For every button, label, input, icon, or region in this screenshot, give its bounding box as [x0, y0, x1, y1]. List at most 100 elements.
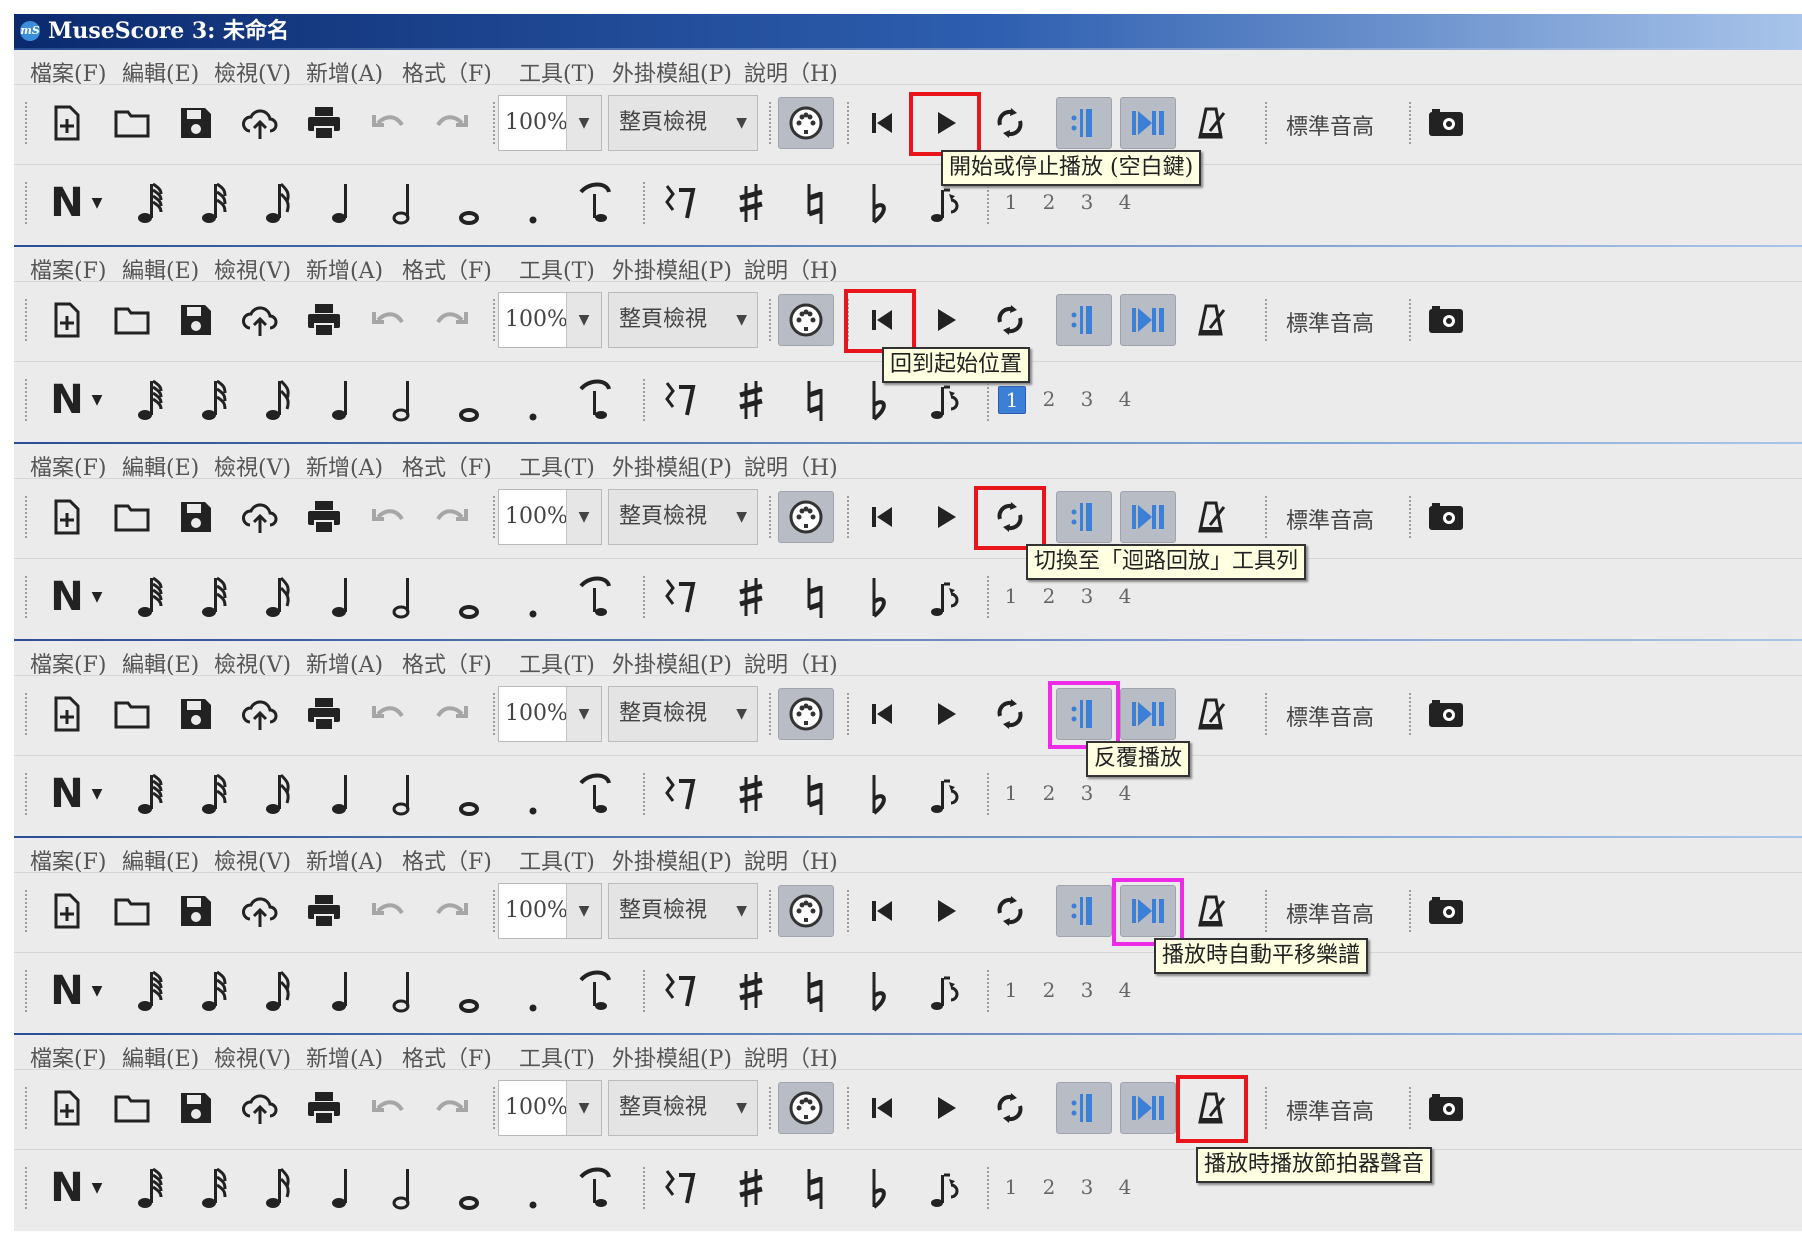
new-score-icon[interactable] [38, 1082, 94, 1134]
flat-icon[interactable] [854, 175, 904, 231]
save-icon[interactable] [168, 885, 224, 937]
16th-note-icon[interactable] [254, 766, 304, 822]
toolbar-grip[interactable] [846, 692, 850, 736]
toolbar-grip[interactable] [492, 1086, 496, 1130]
32nd-note-icon[interactable] [190, 963, 240, 1019]
metronome-icon[interactable] [1184, 97, 1240, 149]
half-note-icon[interactable] [380, 766, 430, 822]
toolbar-grip[interactable] [24, 298, 28, 342]
half-note-icon[interactable] [380, 569, 430, 625]
toolbar-grip[interactable] [1264, 495, 1268, 539]
toolbar-grip[interactable] [1408, 889, 1412, 933]
chevron-down-icon[interactable]: ▼ [566, 96, 601, 150]
toolbar-grip[interactable] [642, 1166, 646, 1210]
undo-icon[interactable] [360, 97, 416, 149]
sharp-icon[interactable] [726, 569, 776, 625]
64th-note-icon[interactable] [126, 175, 176, 231]
dot-icon[interactable] [508, 1160, 558, 1216]
toolbar-grip[interactable] [986, 575, 990, 619]
view-mode-select[interactable]: 整頁檢視 ▼ [608, 1080, 758, 1136]
toolbar-grip[interactable] [1264, 692, 1268, 736]
voice-2-button[interactable]: 2 [1036, 977, 1062, 1003]
view-mode-select[interactable]: 整頁檢視 ▼ [608, 686, 758, 742]
play-icon[interactable] [918, 885, 974, 937]
voice-3-button[interactable]: 3 [1074, 583, 1100, 609]
open-folder-icon[interactable] [104, 491, 160, 543]
chevron-down-icon[interactable]: ▼ [82, 372, 112, 428]
toolbar-grip[interactable] [1264, 101, 1268, 145]
toolbar-grip[interactable] [492, 101, 496, 145]
concert-pitch-toggle[interactable]: 標準音高 [1286, 306, 1374, 338]
rest-icon[interactable] [654, 372, 704, 428]
toolbar-grip[interactable] [986, 1166, 990, 1210]
zoom-combo[interactable]: 100% ▼ [498, 489, 602, 545]
repeat-play-icon[interactable] [1056, 294, 1112, 346]
zoom-combo[interactable]: 100% ▼ [498, 292, 602, 348]
new-score-icon[interactable] [38, 688, 94, 740]
camera-icon[interactable] [1418, 491, 1474, 543]
whole-note-icon[interactable] [444, 1160, 494, 1216]
flat-icon[interactable] [854, 766, 904, 822]
voice-3-button[interactable]: 3 [1074, 386, 1100, 412]
voice-1-button[interactable]: 1 [998, 583, 1024, 609]
toolbar-grip[interactable] [846, 495, 850, 539]
sharp-icon[interactable] [726, 372, 776, 428]
toolbar-grip[interactable] [986, 772, 990, 816]
upload-cloud-icon[interactable] [232, 688, 288, 740]
metronome-icon[interactable] [1184, 688, 1240, 740]
view-mode-select[interactable]: 整頁檢視 ▼ [608, 292, 758, 348]
toolbar-grip[interactable] [1264, 889, 1268, 933]
whole-note-icon[interactable] [444, 569, 494, 625]
pan-score-icon[interactable] [1120, 294, 1176, 346]
rest-icon[interactable] [654, 569, 704, 625]
32nd-note-icon[interactable] [190, 372, 240, 428]
voice-4-button[interactable]: 4 [1112, 189, 1138, 215]
undo-icon[interactable] [360, 885, 416, 937]
concert-pitch-toggle[interactable]: 標準音高 [1286, 109, 1374, 141]
toolbar-grip[interactable] [1408, 101, 1412, 145]
save-icon[interactable] [168, 1082, 224, 1134]
flip-icon[interactable] [920, 569, 970, 625]
upload-cloud-icon[interactable] [232, 491, 288, 543]
voice-3-button[interactable]: 3 [1074, 1174, 1100, 1200]
zoom-combo[interactable]: 100% ▼ [498, 686, 602, 742]
tie-icon[interactable] [570, 372, 620, 428]
repeat-play-icon[interactable] [1056, 491, 1112, 543]
redo-icon[interactable] [424, 294, 480, 346]
16th-note-icon[interactable] [254, 569, 304, 625]
quarter-note-icon[interactable] [318, 766, 368, 822]
flip-icon[interactable] [920, 1160, 970, 1216]
flat-icon[interactable] [854, 569, 904, 625]
64th-note-icon[interactable] [126, 766, 176, 822]
natural-icon[interactable] [790, 1160, 840, 1216]
redo-icon[interactable] [424, 885, 480, 937]
zoom-combo[interactable]: 100% ▼ [498, 1080, 602, 1136]
32nd-note-icon[interactable] [190, 766, 240, 822]
upload-cloud-icon[interactable] [232, 1082, 288, 1134]
toolbar-grip[interactable] [24, 969, 28, 1013]
toolbar-grip[interactable] [24, 495, 28, 539]
dot-icon[interactable] [508, 175, 558, 231]
natural-icon[interactable] [790, 372, 840, 428]
concert-pitch-toggle[interactable]: 標準音高 [1286, 700, 1374, 732]
toolbar-grip[interactable] [642, 575, 646, 619]
toolbar-grip[interactable] [24, 101, 28, 145]
pan-score-icon[interactable] [1120, 688, 1176, 740]
voice-2-button[interactable]: 2 [1036, 583, 1062, 609]
midi-input-icon[interactable] [778, 885, 834, 937]
64th-note-icon[interactable] [126, 963, 176, 1019]
chevron-down-icon[interactable]: ▼ [566, 1081, 601, 1135]
quarter-note-icon[interactable] [318, 372, 368, 428]
dot-icon[interactable] [508, 372, 558, 428]
sharp-icon[interactable] [726, 963, 776, 1019]
redo-icon[interactable] [424, 491, 480, 543]
tie-icon[interactable] [570, 1160, 620, 1216]
play-icon[interactable] [918, 1082, 974, 1134]
print-icon[interactable] [296, 491, 352, 543]
64th-note-icon[interactable] [126, 1160, 176, 1216]
toolbar-grip[interactable] [24, 378, 28, 422]
chevron-down-icon[interactable]: ▼ [566, 687, 601, 741]
rest-icon[interactable] [654, 175, 704, 231]
toolbar-grip[interactable] [1408, 1086, 1412, 1130]
32nd-note-icon[interactable] [190, 1160, 240, 1216]
